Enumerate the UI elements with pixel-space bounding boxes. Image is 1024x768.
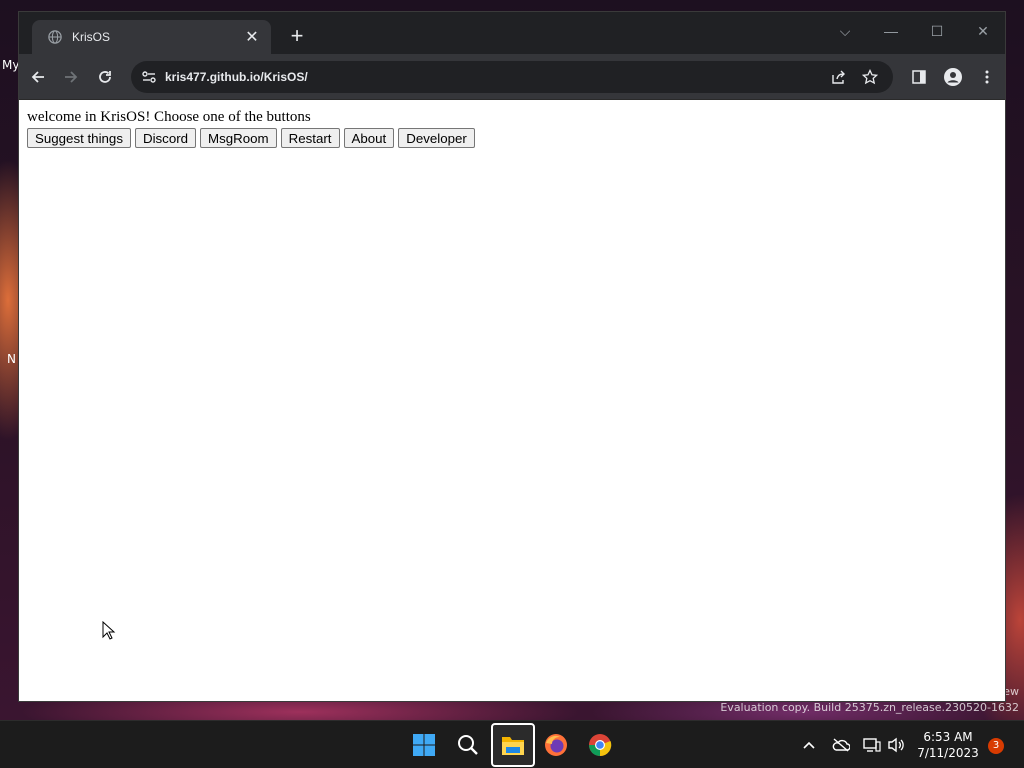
discord-button[interactable]: Discord bbox=[134, 128, 197, 148]
desktop-icon-label[interactable]: My bbox=[2, 58, 19, 72]
maximize-icon[interactable]: ☐ bbox=[919, 18, 955, 44]
button-row: Suggest things Discord MsgRoom Restart A… bbox=[27, 128, 475, 148]
chevron-up-icon[interactable] bbox=[799, 735, 819, 755]
restart-button[interactable]: Restart bbox=[280, 128, 340, 148]
msgroom-button[interactable]: MsgRoom bbox=[200, 128, 277, 148]
chevron-down-icon[interactable]: ⌵ bbox=[827, 18, 863, 44]
side-panel-icon[interactable] bbox=[909, 67, 929, 87]
file-explorer-icon[interactable] bbox=[491, 723, 535, 767]
share-icon[interactable] bbox=[830, 69, 846, 85]
firefox-icon[interactable] bbox=[536, 725, 576, 765]
url-text: kris477.github.io/KrisOS/ bbox=[165, 70, 308, 84]
onedrive-icon[interactable] bbox=[831, 735, 851, 755]
evaluation-watermark: ew Evaluation copy. Build 25375.zn_relea… bbox=[720, 685, 1019, 714]
browser-toolbar: kris477.github.io/KrisOS/ bbox=[19, 54, 1005, 100]
watermark-line-2: Evaluation copy. Build 25375.zn_release.… bbox=[720, 701, 1019, 714]
back-arrow-icon[interactable] bbox=[26, 65, 50, 89]
site-settings-icon[interactable] bbox=[141, 69, 157, 85]
address-bar[interactable]: kris477.github.io/KrisOS/ bbox=[131, 61, 893, 93]
desktop-icon-label[interactable]: N bbox=[7, 352, 16, 366]
clock-time: 6:53 AM bbox=[923, 730, 973, 744]
windows-start-icon[interactable] bbox=[404, 725, 444, 765]
browser-tab[interactable]: KrisOS ✕ bbox=[32, 20, 271, 54]
about-button[interactable]: About bbox=[343, 128, 395, 148]
suggest-things-button[interactable]: Suggest things bbox=[27, 128, 131, 148]
minimize-icon[interactable]: — bbox=[873, 18, 909, 44]
chrome-icon[interactable] bbox=[580, 725, 620, 765]
browser-titlebar: KrisOS ✕ + ⌵ — ☐ ✕ bbox=[19, 12, 1005, 54]
welcome-text: welcome in KrisOS! Choose one of the but… bbox=[27, 109, 311, 125]
globe-icon bbox=[48, 30, 62, 44]
kebab-menu-icon[interactable] bbox=[977, 67, 997, 87]
network-icon[interactable] bbox=[862, 735, 882, 755]
mouse-cursor-icon bbox=[102, 621, 116, 640]
clock-date: 7/11/2023 bbox=[917, 746, 979, 760]
browser-window: KrisOS ✕ + ⌵ — ☐ ✕ kris477.github.io/Kri… bbox=[18, 11, 1006, 702]
search-icon[interactable] bbox=[448, 725, 488, 765]
profile-icon[interactable] bbox=[943, 67, 963, 87]
system-clock[interactable]: 6:53 AM 7/11/2023 bbox=[912, 729, 984, 761]
star-icon[interactable] bbox=[862, 69, 878, 85]
forward-arrow-icon[interactable] bbox=[59, 65, 83, 89]
tab-title: KrisOS bbox=[72, 30, 111, 44]
plus-icon[interactable]: + bbox=[284, 24, 310, 50]
reload-icon[interactable] bbox=[93, 65, 117, 89]
web-page: welcome in KrisOS! Choose one of the but… bbox=[19, 100, 1005, 701]
window-close-icon[interactable]: ✕ bbox=[965, 18, 1001, 44]
close-icon[interactable]: ✕ bbox=[243, 27, 261, 47]
volume-icon[interactable] bbox=[886, 735, 906, 755]
notification-badge[interactable]: 3 bbox=[988, 738, 1004, 754]
developer-button[interactable]: Developer bbox=[398, 128, 475, 148]
taskbar: 6:53 AM 7/11/2023 3 bbox=[0, 720, 1024, 768]
